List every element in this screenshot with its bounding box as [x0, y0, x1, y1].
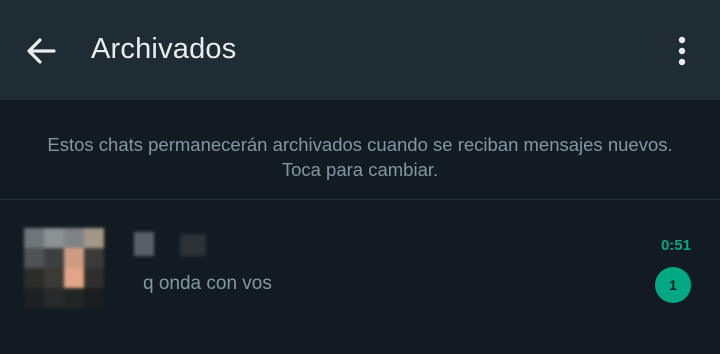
redaction-block [180, 234, 206, 256]
arrow-left-icon [27, 38, 56, 64]
back-button[interactable] [18, 28, 64, 74]
page-title: Archivados [91, 33, 237, 65]
app-bar: Archivados [0, 0, 720, 100]
archive-settings-notice[interactable]: Estos chats permanecerán archivados cuan… [40, 132, 680, 182]
chat-name-redacted [134, 232, 214, 258]
overflow-menu-button[interactable] [662, 30, 702, 72]
more-vertical-icon [678, 36, 686, 66]
message-timestamp: 0:51 [660, 237, 691, 254]
chat-list-item[interactable]: q onda con vos 0:51 1 [0, 200, 720, 320]
unread-count-badge: 1 [655, 267, 691, 303]
last-message-preview: q onda con vos [143, 273, 272, 294]
redaction-block [134, 232, 154, 256]
avatar[interactable] [24, 228, 104, 308]
